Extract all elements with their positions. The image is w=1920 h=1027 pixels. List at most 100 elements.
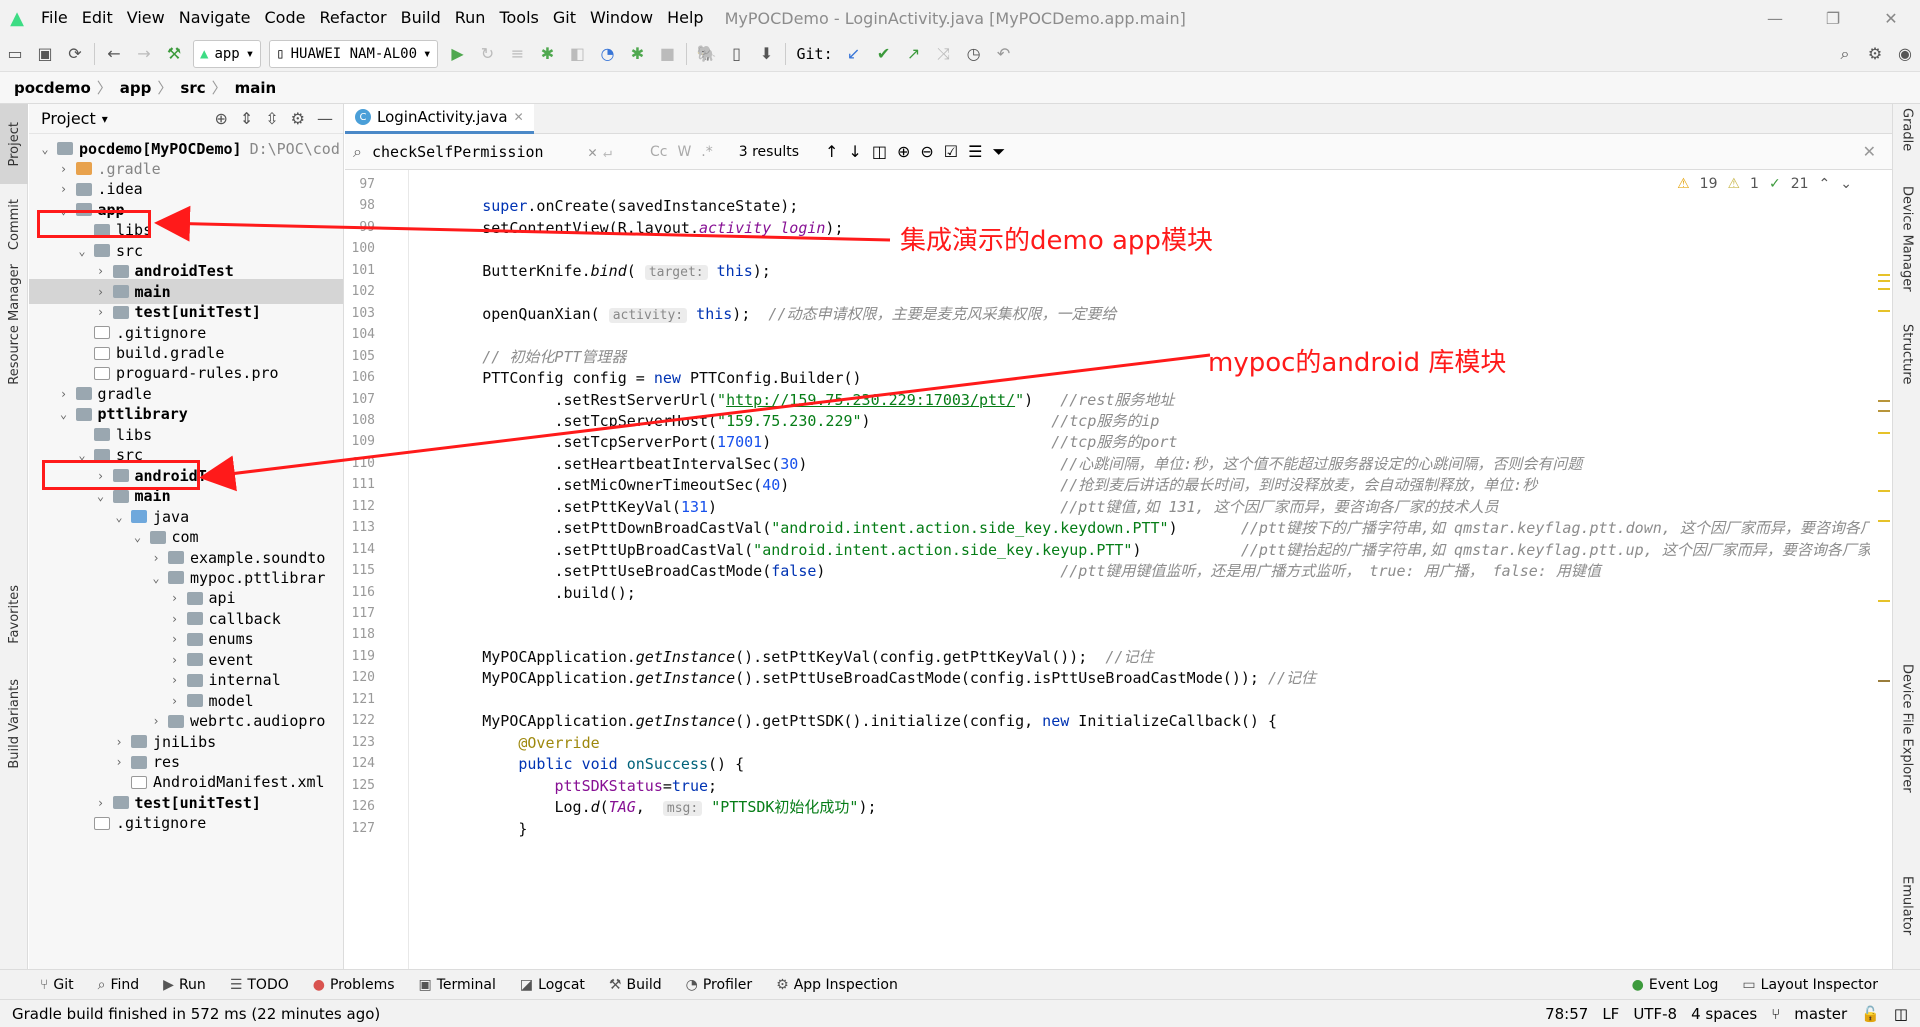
next-occurrence-icon[interactable]: ↓ xyxy=(848,142,861,161)
tool-todo[interactable]: ☰ TODO xyxy=(218,970,301,1000)
search-input[interactable] xyxy=(371,142,582,161)
menu-help[interactable]: Help xyxy=(660,0,710,36)
select-all-icon[interactable]: ☑ xyxy=(944,142,958,161)
git-pull-requests-icon[interactable]: ⤨ xyxy=(929,39,959,69)
tab-device-manager[interactable]: Device Manager xyxy=(1893,186,1920,316)
menu-file[interactable]: File xyxy=(34,0,75,36)
make-project-icon[interactable]: ⚒ xyxy=(159,39,189,69)
breadcrumb-item[interactable]: main xyxy=(235,79,277,97)
tab-structure[interactable]: Structure xyxy=(1893,324,1920,424)
tab-login-activity[interactable]: C LoginActivity.java ✕ xyxy=(345,103,534,134)
menu-build[interactable]: Build xyxy=(394,0,448,36)
lock-icon[interactable]: 🔓 xyxy=(1861,1005,1880,1023)
sdk-manager-icon[interactable]: ⬇ xyxy=(751,39,781,69)
tool-terminal[interactable]: ▣ Terminal xyxy=(407,970,508,1000)
chevron-right-icon[interactable]: › xyxy=(167,612,183,626)
forward-icon[interactable]: → xyxy=(129,39,159,69)
git-history-icon[interactable]: ◷ xyxy=(959,39,989,69)
chevron-down-icon[interactable]: ⌄ xyxy=(37,142,53,156)
tool-problems[interactable]: ● Problems xyxy=(301,970,407,1000)
apply-code-changes-icon[interactable]: ≡ xyxy=(502,39,532,69)
git-commit-icon[interactable]: ✔ xyxy=(869,39,899,69)
regex-icon[interactable]: .* xyxy=(701,144,712,160)
chevron-right-icon[interactable]: › xyxy=(167,673,183,687)
open-folder-icon[interactable]: ▭ xyxy=(0,39,30,69)
tab-emulator[interactable]: Emulator xyxy=(1893,876,1920,966)
chevron-down-icon[interactable]: ⌄ xyxy=(111,510,127,524)
stop-icon[interactable]: ■ xyxy=(652,39,682,69)
new-line-icon[interactable]: ↵ xyxy=(603,143,612,161)
chevron-right-icon[interactable]: › xyxy=(93,796,109,810)
tab-resource-manager[interactable]: Resource Manager xyxy=(0,264,28,385)
tree-item[interactable]: .gitignore xyxy=(29,811,343,836)
git-update-icon[interactable]: ↙ xyxy=(839,39,869,69)
apply-changes-icon[interactable]: ↻ xyxy=(472,39,502,69)
menu-navigate[interactable]: Navigate xyxy=(172,0,258,36)
tool-git[interactable]: ⑂ Git xyxy=(28,970,86,1000)
expand-all-icon[interactable]: ⇕ xyxy=(240,109,253,128)
chevron-down-icon[interactable]: ⌄ xyxy=(93,489,109,503)
match-case-icon[interactable]: Cc xyxy=(650,144,667,160)
close-window-icon[interactable]: ✕ xyxy=(1862,0,1920,36)
filter-options-icon[interactable]: ☰ xyxy=(968,142,982,161)
gear-icon[interactable]: ⚙ xyxy=(291,109,305,128)
run-config-select[interactable]: ▲ app ▾ xyxy=(193,39,262,68)
chevron-right-icon[interactable]: › xyxy=(167,591,183,605)
git-rollback-icon[interactable]: ↶ xyxy=(989,39,1019,69)
coverage-icon[interactable]: ◧ xyxy=(562,39,592,69)
editor-scrollbar[interactable] xyxy=(1874,170,1892,969)
tab-commit[interactable]: Commit xyxy=(0,190,28,260)
tool-logcat[interactable]: ◪ Logcat xyxy=(508,970,597,1000)
add-occurrence-icon[interactable]: ⊕ xyxy=(897,142,910,161)
menu-code[interactable]: Code xyxy=(258,0,313,36)
tab-device-file-explorer[interactable]: Device File Explorer xyxy=(1893,664,1920,824)
locate-icon[interactable]: ⊕ xyxy=(214,109,227,128)
line-separator[interactable]: LF xyxy=(1602,1005,1619,1023)
close-find-icon[interactable]: ✕ xyxy=(1863,142,1876,161)
tool-find[interactable]: ⌕ Find xyxy=(86,970,152,1000)
attach-debugger-icon[interactable]: ✱ xyxy=(622,39,652,69)
debug-icon[interactable]: ✱ xyxy=(532,39,562,69)
menu-window[interactable]: Window xyxy=(583,0,660,36)
chevron-right-icon[interactable]: › xyxy=(56,182,72,196)
chevron-right-icon[interactable]: › xyxy=(167,632,183,646)
tab-build-variants[interactable]: Build Variants xyxy=(0,674,28,774)
chevron-down-icon[interactable]: ▾ xyxy=(102,112,108,126)
file-encoding[interactable]: UTF-8 xyxy=(1633,1005,1677,1023)
chevron-right-icon[interactable]: › xyxy=(167,653,183,667)
chevron-down-icon[interactable]: ⌄ xyxy=(148,571,164,585)
gradle-sync-icon[interactable]: 🐘 xyxy=(691,39,721,69)
tool-event-log[interactable]: ● Event Log xyxy=(1620,970,1731,1000)
previous-occurrence-icon[interactable]: ↑ xyxy=(825,142,838,161)
chevron-right-icon[interactable]: › xyxy=(56,162,72,176)
chevron-right-icon[interactable]: › xyxy=(167,694,183,708)
gear-icon[interactable]: ⚙ xyxy=(1860,39,1890,69)
project-view-select[interactable]: Project xyxy=(41,109,96,128)
tab-favorites[interactable]: Favorites xyxy=(0,574,28,654)
sync-icon[interactable]: ⟳ xyxy=(60,39,90,69)
device-select[interactable]: ▯ HUAWEI NAM-AL00 ▾ xyxy=(269,39,439,68)
chevron-down-icon[interactable]: ⌄ xyxy=(74,244,90,258)
chevron-right-icon[interactable]: › xyxy=(148,714,164,728)
git-branch[interactable]: master xyxy=(1794,1005,1847,1023)
remove-occurrence-icon[interactable]: ⊖ xyxy=(920,142,933,161)
tool-profiler[interactable]: ◔ Profiler xyxy=(674,970,765,1000)
menu-run[interactable]: Run xyxy=(448,0,493,36)
menu-edit[interactable]: Edit xyxy=(75,0,120,36)
tab-project[interactable]: Project xyxy=(0,104,28,184)
memory-icon[interactable]: ◫ xyxy=(1894,1005,1908,1023)
select-all-occurrences-icon[interactable]: ◫ xyxy=(872,142,887,161)
menu-refactor[interactable]: Refactor xyxy=(312,0,393,36)
run-icon[interactable]: ▶ xyxy=(442,39,472,69)
filter-icon[interactable]: ⏷ xyxy=(992,142,1005,162)
chevron-right-icon[interactable]: › xyxy=(93,305,109,319)
tool-run[interactable]: ▶ Run xyxy=(151,970,218,1000)
breadcrumb-item[interactable]: app xyxy=(120,79,152,97)
chevron-right-icon[interactable]: › xyxy=(93,264,109,278)
collapse-all-icon[interactable]: ⇳ xyxy=(265,109,278,128)
save-all-icon[interactable]: ▣ xyxy=(30,39,60,69)
hide-icon[interactable]: — xyxy=(317,109,333,128)
menu-git[interactable]: Git xyxy=(546,0,583,36)
chevron-right-icon[interactable]: › xyxy=(111,755,127,769)
menu-tools[interactable]: Tools xyxy=(492,0,545,36)
